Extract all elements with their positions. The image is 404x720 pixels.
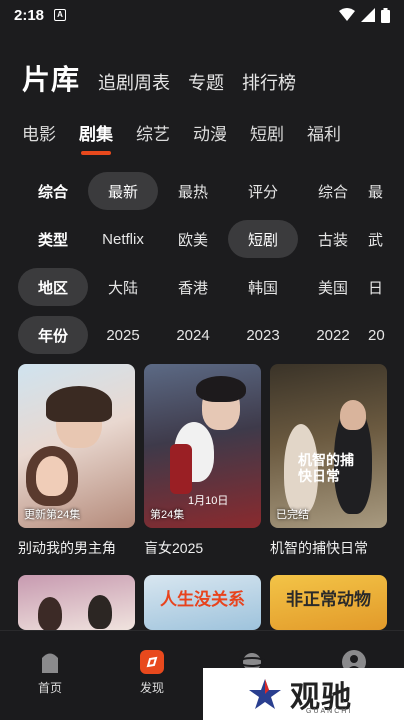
- poster-image[interactable]: [18, 575, 135, 630]
- type-option[interactable]: 武: [368, 220, 398, 258]
- year-option[interactable]: 2022: [298, 316, 368, 354]
- nav-schedule[interactable]: 追剧周表: [98, 69, 170, 95]
- poster-figure: [196, 376, 246, 402]
- year-option[interactable]: 2023: [228, 316, 298, 354]
- poster-grid: 更新第24集 别动我的男主角 1月10日 第24集 盲女2025 机智的捕快日常…: [18, 364, 387, 558]
- year-filter-row: 年份 2025 2024 2023 2022 20: [18, 316, 398, 354]
- poster-figure: [38, 597, 62, 630]
- tab-short-drama[interactable]: 短剧: [250, 120, 284, 145]
- star-logo-icon: [249, 679, 281, 709]
- show-title: 盲女2025: [144, 540, 204, 556]
- tab-anime[interactable]: 动漫: [193, 120, 227, 145]
- region-option[interactable]: 日: [368, 268, 398, 306]
- poster-image[interactable]: 机智的捕快日常 已完结: [270, 364, 387, 528]
- region-label: 地区: [18, 268, 88, 306]
- poster-image[interactable]: 非正常动物: [270, 575, 387, 630]
- category-tabs: 电影 剧集 综艺 动漫 短剧 福利: [22, 120, 341, 155]
- episode-badge: 第24集: [150, 509, 185, 521]
- poster-figure: [170, 444, 192, 494]
- signal-icon: [361, 8, 375, 22]
- watermark: 观驰 GUANCHI: [203, 668, 404, 720]
- watermark-sub: GUANCHI: [306, 708, 353, 715]
- region-option[interactable]: 韩国: [228, 268, 298, 306]
- sort-option[interactable]: 评分: [228, 172, 298, 210]
- tab-movies[interactable]: 电影: [22, 120, 56, 145]
- poster-title-art: 机智的捕快日常: [298, 452, 354, 484]
- tab-welfare[interactable]: 福利: [307, 120, 341, 145]
- sort-option[interactable]: 最新: [88, 172, 158, 210]
- year-option[interactable]: 2025: [88, 316, 158, 354]
- discover-icon: [140, 650, 164, 674]
- notification-icon: A: [54, 9, 67, 21]
- show-title: 别动我的男主角: [18, 540, 116, 556]
- type-label: 类型: [37, 231, 68, 249]
- poster-figure: [88, 595, 112, 629]
- poster-figure: [340, 400, 366, 430]
- poster-image[interactable]: 更新第24集: [18, 364, 135, 528]
- sort-option[interactable]: 最热: [158, 172, 228, 210]
- show-card[interactable]: 更新第24集 别动我的男主角: [18, 364, 135, 558]
- year-option[interactable]: 20: [368, 316, 398, 354]
- sort-option[interactable]: 综合: [298, 172, 368, 210]
- status-badge: 已完结: [276, 509, 309, 521]
- wifi-icon: [339, 8, 355, 21]
- sort-option[interactable]: 最: [368, 172, 398, 210]
- tab-discover-label: 发现: [139, 681, 164, 695]
- sort-label: 综合: [37, 183, 68, 201]
- poster-image[interactable]: 人生没关系: [144, 575, 261, 630]
- show-card[interactable]: 1月10日 第24集 盲女2025: [144, 364, 261, 558]
- home-icon: [42, 653, 58, 673]
- sort-filter-row: 综合 最新 最热 评分 综合 最: [18, 172, 398, 210]
- poster-figure: [36, 456, 68, 496]
- poster-title-art: 人生没关系: [160, 590, 245, 609]
- region-option[interactable]: 大陆: [88, 268, 158, 306]
- page-title: 片库: [22, 64, 81, 95]
- year-label: 年份: [18, 316, 88, 354]
- region-filter-row: 地区 大陆 香港 韩国 美国 日: [18, 268, 398, 306]
- poster-grid-row-2: 人生没关系 非正常动物: [18, 575, 387, 630]
- tab-discover[interactable]: 发现: [122, 649, 182, 696]
- poster-date: 1月10日: [188, 495, 229, 507]
- tab-series[interactable]: 剧集: [79, 120, 113, 155]
- clock: 2:18: [14, 6, 45, 24]
- region-option[interactable]: 香港: [158, 268, 228, 306]
- tab-home-label: 首页: [37, 681, 62, 695]
- battery-icon: [381, 7, 390, 23]
- show-card[interactable]: 机智的捕快日常 已完结 机智的捕快日常: [270, 364, 387, 558]
- tab-home[interactable]: 首页: [20, 649, 80, 696]
- type-filter-row: 类型 Netflix 欧美 短剧 古装 武: [18, 220, 398, 258]
- type-option[interactable]: Netflix: [88, 220, 158, 258]
- status-bar: 2:18 A: [0, 0, 404, 30]
- header: 片库 追剧周表 专题 排行榜: [22, 58, 296, 98]
- poster-image[interactable]: 1月10日 第24集: [144, 364, 261, 528]
- year-option[interactable]: 2024: [158, 316, 228, 354]
- type-option[interactable]: 古装: [298, 220, 368, 258]
- show-title: 机智的捕快日常: [270, 540, 368, 556]
- tab-variety[interactable]: 综艺: [136, 120, 170, 145]
- episode-badge: 更新第24集: [24, 509, 81, 521]
- type-option[interactable]: 短剧: [228, 220, 298, 258]
- region-option[interactable]: 美国: [298, 268, 368, 306]
- poster-figure: [46, 386, 112, 422]
- type-option[interactable]: 欧美: [158, 220, 228, 258]
- poster-title-art: 非正常动物: [286, 590, 371, 609]
- nav-ranking[interactable]: 排行榜: [242, 69, 296, 95]
- nav-topics[interactable]: 专题: [188, 69, 224, 95]
